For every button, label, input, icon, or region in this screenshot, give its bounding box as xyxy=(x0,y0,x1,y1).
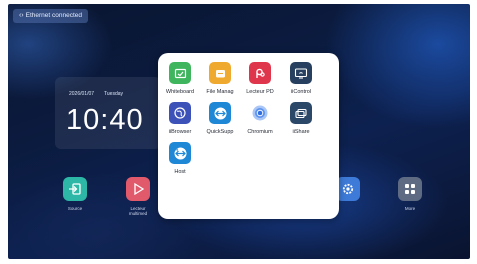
app-label: Chromium xyxy=(247,129,273,135)
app-host[interactable]: H Host xyxy=(158,142,202,175)
network-status-label: Ethernet connected xyxy=(25,12,82,19)
clock-time: 10:40 xyxy=(66,104,144,136)
chromium-icon xyxy=(249,102,271,124)
dock-app-more[interactable]: More xyxy=(395,177,425,211)
network-status-pill[interactable]: ‹ › Ethernet connected xyxy=(13,9,88,23)
host-icon: H xyxy=(169,142,191,164)
clock-widget[interactable]: 2026/01/07 Tuesday 10:40 xyxy=(55,77,161,149)
dock-app-media-player[interactable]: Lecteur multimed xyxy=(123,177,153,216)
app-label: File Manag xyxy=(206,89,234,95)
app-label: Whiteboard xyxy=(165,89,195,95)
app-label: Lecteur PD xyxy=(246,89,274,95)
quicksupport-icon xyxy=(209,102,231,124)
grid-more-icon xyxy=(398,177,422,201)
app-iishare[interactable]: iiShare xyxy=(279,102,323,135)
app-file-manager[interactable]: File Manag xyxy=(198,62,242,95)
app-label: iiBrowser xyxy=(168,129,192,135)
app-label: iiShare xyxy=(292,129,310,135)
screen-control-icon xyxy=(290,62,312,84)
folder-icon xyxy=(209,62,231,84)
dock-app-label: More xyxy=(404,206,416,211)
dock-app-label: Lecteur multimed xyxy=(128,206,148,216)
share-screen-icon xyxy=(290,102,312,124)
whiteboard-icon xyxy=(169,62,191,84)
media-play-icon xyxy=(126,177,150,201)
app-chromium[interactable]: Chromium xyxy=(238,102,282,135)
source-input-icon xyxy=(63,177,87,201)
app-whiteboard[interactable]: Whiteboard xyxy=(158,62,202,95)
code-brackets-icon: ‹ › xyxy=(19,12,24,19)
app-label: iiControl xyxy=(290,89,312,95)
clock-weekday: Tuesday xyxy=(104,91,124,97)
pdf-reader-icon xyxy=(249,62,271,84)
dock-app-label: Source xyxy=(67,206,83,211)
app-iicontrol[interactable]: iiControl xyxy=(279,62,323,95)
gear-icon xyxy=(336,177,360,201)
app-pdf-reader[interactable]: Lecteur PD xyxy=(238,62,282,95)
globe-icon xyxy=(169,102,191,124)
clock-date: 2026/01/07 xyxy=(69,91,95,97)
app-label: Host xyxy=(174,169,186,175)
app-quicksupport[interactable]: QuickSupp xyxy=(198,102,242,135)
app-label: QuickSupp xyxy=(206,129,234,135)
app-iibrowser[interactable]: iiBrowser xyxy=(158,102,202,135)
dock-app-source[interactable]: Source xyxy=(60,177,90,211)
